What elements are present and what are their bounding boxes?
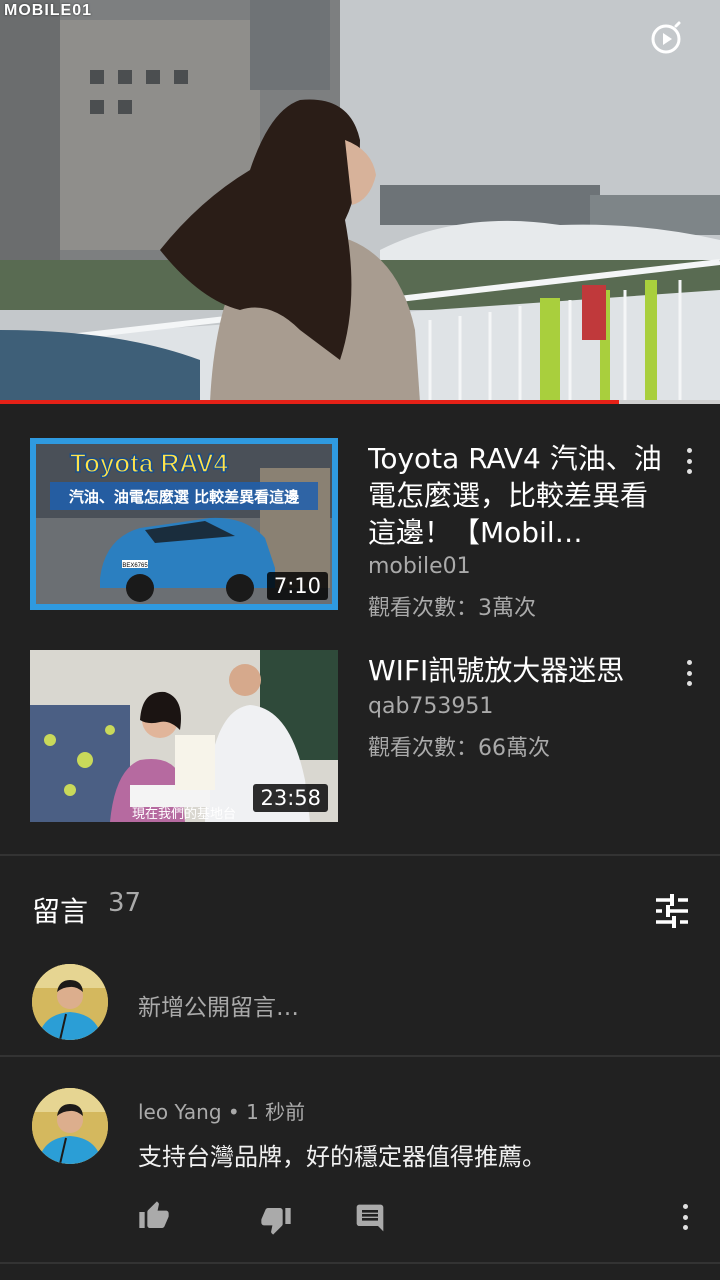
progress-fill (0, 400, 620, 404)
video-title[interactable]: Toyota RAV4 汽油、油電怎麼選，比較差異看這邊！【Mobil… (368, 440, 668, 551)
comment-meta: leo Yang • 1 秒前 (138, 1096, 305, 1125)
video-title[interactable]: WIFI訊號放大器迷思 (368, 652, 668, 689)
miniplayer-icon[interactable] (648, 20, 684, 56)
divider (0, 854, 720, 856)
video-thumbnail[interactable]: BEX6765 Toyota RAV4 汽油、油電怎麼選 比較差異看這邊 7:1… (30, 438, 338, 610)
comment-text: 支持台灣品牌，好的穩定器值得推薦。 (138, 1143, 546, 1171)
video-views: 觀看次數：66萬次 (368, 736, 550, 761)
related-video-item[interactable]: BEX6765 Toyota RAV4 汽油、油電怎麼選 比較差異看這邊 7:1… (0, 438, 720, 621)
thumb-down-icon[interactable] (260, 1204, 292, 1236)
avatar-image (32, 1088, 108, 1164)
thumb-up-icon[interactable] (138, 1200, 170, 1232)
avatar-image (32, 964, 108, 1040)
avatar[interactable] (32, 964, 108, 1040)
more-vert-icon[interactable] (672, 1200, 698, 1234)
license-plate: BEX6765 (122, 563, 148, 569)
watermark-logo: MOBILE01 (4, 2, 93, 19)
thumbnail-subtitle: 汽油、油電怎麼選 比較差異看這邊 (69, 488, 299, 506)
video-player[interactable]: MOBILE01 (0, 0, 720, 402)
video-duration: 7:10 (266, 572, 328, 600)
related-video-item[interactable]: 現在我們的基地台 23:58 WIFI訊號放大器迷思 qab753951 觀看次… (0, 650, 720, 830)
progress-bar[interactable] (0, 400, 720, 404)
comment-author[interactable]: leo Yang (138, 1100, 222, 1124)
add-comment-input[interactable]: 新增公開留言… (138, 988, 299, 1022)
video-thumbnail[interactable]: 現在我們的基地台 23:58 (30, 650, 338, 822)
comments-title: 留言 (32, 895, 89, 928)
comments-count: 37 (108, 888, 142, 918)
divider (0, 1055, 720, 1057)
video-duration: 23:58 (253, 784, 328, 812)
more-vert-icon[interactable] (676, 656, 702, 690)
reply-icon[interactable] (354, 1202, 386, 1234)
video-views: 觀看次數：3萬次 (368, 596, 536, 621)
divider (0, 1262, 720, 1264)
video-channel: qab753951 (368, 694, 494, 719)
meta-separator: • (227, 1100, 247, 1124)
comment-avatar[interactable] (32, 1088, 108, 1164)
more-vert-icon[interactable] (676, 444, 702, 478)
comment-time: 1 秒前 (246, 1100, 306, 1124)
thumbnail-title: Toyota RAV4 (70, 448, 228, 478)
video-channel: mobile01 (368, 554, 471, 579)
video-frame (0, 0, 720, 402)
thumbnail-caption: 現在我們的基地台 (132, 806, 236, 822)
sort-icon[interactable] (654, 893, 690, 929)
